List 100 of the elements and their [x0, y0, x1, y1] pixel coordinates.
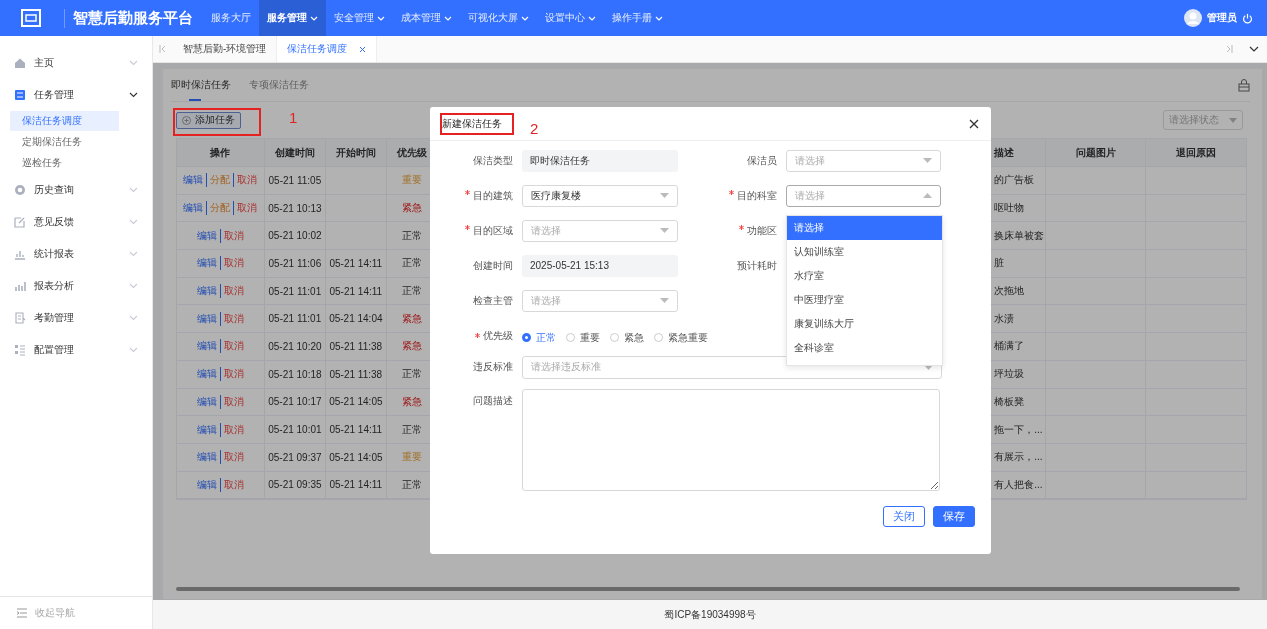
select-field[interactable]: 请选择	[522, 219, 678, 242]
sidebar-item[interactable]: 报表分析	[0, 270, 152, 302]
table-cell: 坪垃圾	[994, 367, 1025, 382]
nav-menu-item[interactable]: 服务管理	[259, 0, 326, 36]
chevron-down-icon[interactable]	[1249, 46, 1259, 52]
sidebar-item[interactable]: 任务管理	[0, 79, 152, 111]
icp-text: 蜀ICP备19034998号	[664, 607, 756, 622]
field-label: 保洁类型	[473, 153, 513, 168]
dropdown-option[interactable]: 水疗室	[787, 264, 942, 288]
priority-text: 紧急	[401, 311, 422, 326]
annotation-number: 2	[530, 120, 539, 137]
action-link[interactable]: 编辑	[180, 173, 207, 188]
priority-text: 紧急	[401, 201, 422, 216]
caret-down-icon	[923, 158, 932, 163]
action-link[interactable]: 编辑	[193, 256, 220, 271]
power-icon[interactable]	[1242, 12, 1253, 24]
action-link[interactable]: 分配	[206, 201, 234, 216]
action-link[interactable]: 编辑	[193, 422, 220, 437]
grid-icon	[14, 344, 26, 356]
close-button[interactable]: 关闭	[883, 506, 925, 527]
action-link[interactable]: 编辑	[193, 477, 220, 492]
priority-text: 正常	[401, 256, 422, 271]
select-field[interactable]: 医疗康复楼	[522, 184, 678, 207]
action-link[interactable]: 取消	[219, 284, 247, 299]
avatar-icon	[1184, 9, 1202, 27]
scrollbar[interactable]	[176, 587, 1240, 591]
sidebar-subitem[interactable]: 定期保洁任务	[10, 132, 119, 152]
action-link[interactable]: 分配	[206, 173, 234, 188]
table-cell: 05-21 09:37	[264, 443, 326, 471]
dropdown-option[interactable]: 请选择	[787, 216, 942, 240]
action-link[interactable]: 取消	[219, 477, 247, 492]
action-link[interactable]: 编辑	[193, 228, 220, 243]
lock-icon[interactable]	[1238, 78, 1250, 92]
priority-radio[interactable]: 紧急重要	[654, 330, 708, 345]
add-task-button[interactable]: 添加任务	[176, 111, 241, 129]
action-link[interactable]: 取消	[233, 201, 261, 216]
collapse-nav-button[interactable]: 收起导航	[0, 596, 152, 629]
action-link[interactable]: 取消	[219, 394, 247, 409]
sidebar-item[interactable]: 意见反馈	[0, 206, 152, 238]
action-link[interactable]: 编辑	[193, 450, 220, 465]
priority-radio[interactable]: 正常	[522, 330, 556, 345]
action-link[interactable]: 取消	[233, 173, 261, 188]
sidebar-item[interactable]: 配置管理	[0, 334, 152, 366]
sidebar-item[interactable]: 统计报表	[0, 238, 152, 270]
action-link[interactable]: 取消	[219, 450, 247, 465]
action-link[interactable]: 编辑	[193, 367, 220, 382]
action-link[interactable]: 编辑	[193, 284, 220, 299]
table-cell: 拖一下，...	[994, 422, 1043, 437]
sidebar-subitem[interactable]: 保洁任务调度	[10, 111, 119, 131]
dropdown-option[interactable]: 中医理疗室	[787, 288, 942, 312]
close-icon[interactable]	[969, 118, 979, 129]
nav-menu-item[interactable]: 成本管理	[393, 0, 460, 36]
table-cell: 椅板凳	[994, 394, 1025, 409]
priority-radio[interactable]: 紧急	[610, 330, 644, 345]
action-link[interactable]: 编辑	[180, 201, 207, 216]
action-link[interactable]: 取消	[219, 228, 247, 243]
action-link[interactable]: 取消	[219, 367, 247, 382]
chevron-down-icon	[129, 251, 138, 257]
priority-text: 正常	[401, 284, 422, 299]
action-link[interactable]: 编辑	[193, 394, 220, 409]
sub-tab[interactable]: 专项保洁任务	[249, 69, 309, 101]
chevron-down-icon	[310, 15, 318, 21]
action-link[interactable]: 取消	[219, 311, 247, 326]
user-name[interactable]: 管理员	[1207, 11, 1237, 25]
caret-down-icon	[660, 298, 669, 303]
table-cell: 水渍	[994, 311, 1015, 326]
nav-menu-item[interactable]: 服务大厅	[203, 0, 259, 36]
select-field[interactable]: 请选择	[786, 184, 941, 207]
select-field[interactable]: 请选择	[522, 289, 678, 312]
sidebar-item[interactable]: 历史查询	[0, 174, 152, 206]
priority-text: 重要	[401, 450, 422, 465]
sidebar-item[interactable]: 考勤管理	[0, 302, 152, 334]
caret-up-icon	[923, 193, 932, 198]
action-link[interactable]: 取消	[219, 256, 247, 271]
action-link[interactable]: 编辑	[193, 311, 220, 326]
table-cell: 的广告板	[994, 173, 1035, 188]
select-field[interactable]: 请选择	[786, 149, 941, 172]
plus-circle-icon	[182, 115, 191, 125]
table-cell: 05-21 10:18	[264, 360, 326, 388]
action-link[interactable]: 取消	[219, 422, 247, 437]
priority-radio[interactable]: 重要	[566, 330, 600, 345]
priority-text: 正常	[401, 228, 422, 243]
page-tab[interactable]: 保洁任务调度	[277, 36, 378, 62]
nav-menu-item[interactable]: 可视化大屏	[460, 0, 537, 36]
chevron-down-icon	[129, 60, 138, 66]
action-link[interactable]: 取消	[219, 339, 247, 354]
priority-text: 紧急	[401, 339, 422, 354]
dialog-title: 新建保洁任务	[442, 117, 502, 129]
field-label: 预计耗时	[737, 258, 777, 273]
dropdown-option[interactable]: 认知训练室	[787, 240, 942, 264]
sidebar-item[interactable]: 主页	[0, 47, 152, 79]
save-button[interactable]: 保存	[933, 506, 975, 527]
chevron-down-icon	[655, 15, 663, 21]
action-link[interactable]: 编辑	[193, 339, 220, 354]
nav-menu-item[interactable]: 安全管理	[326, 0, 393, 36]
sub-tab[interactable]: 即时保洁任务	[171, 69, 231, 101]
nav-menu-item[interactable]: 操作手册	[604, 0, 671, 36]
sidebar-subitem[interactable]: 巡检任务	[10, 153, 119, 173]
dropdown-option[interactable]: 康复训练大厅	[787, 312, 942, 336]
nav-menu-item[interactable]: 设置中心	[537, 0, 604, 36]
